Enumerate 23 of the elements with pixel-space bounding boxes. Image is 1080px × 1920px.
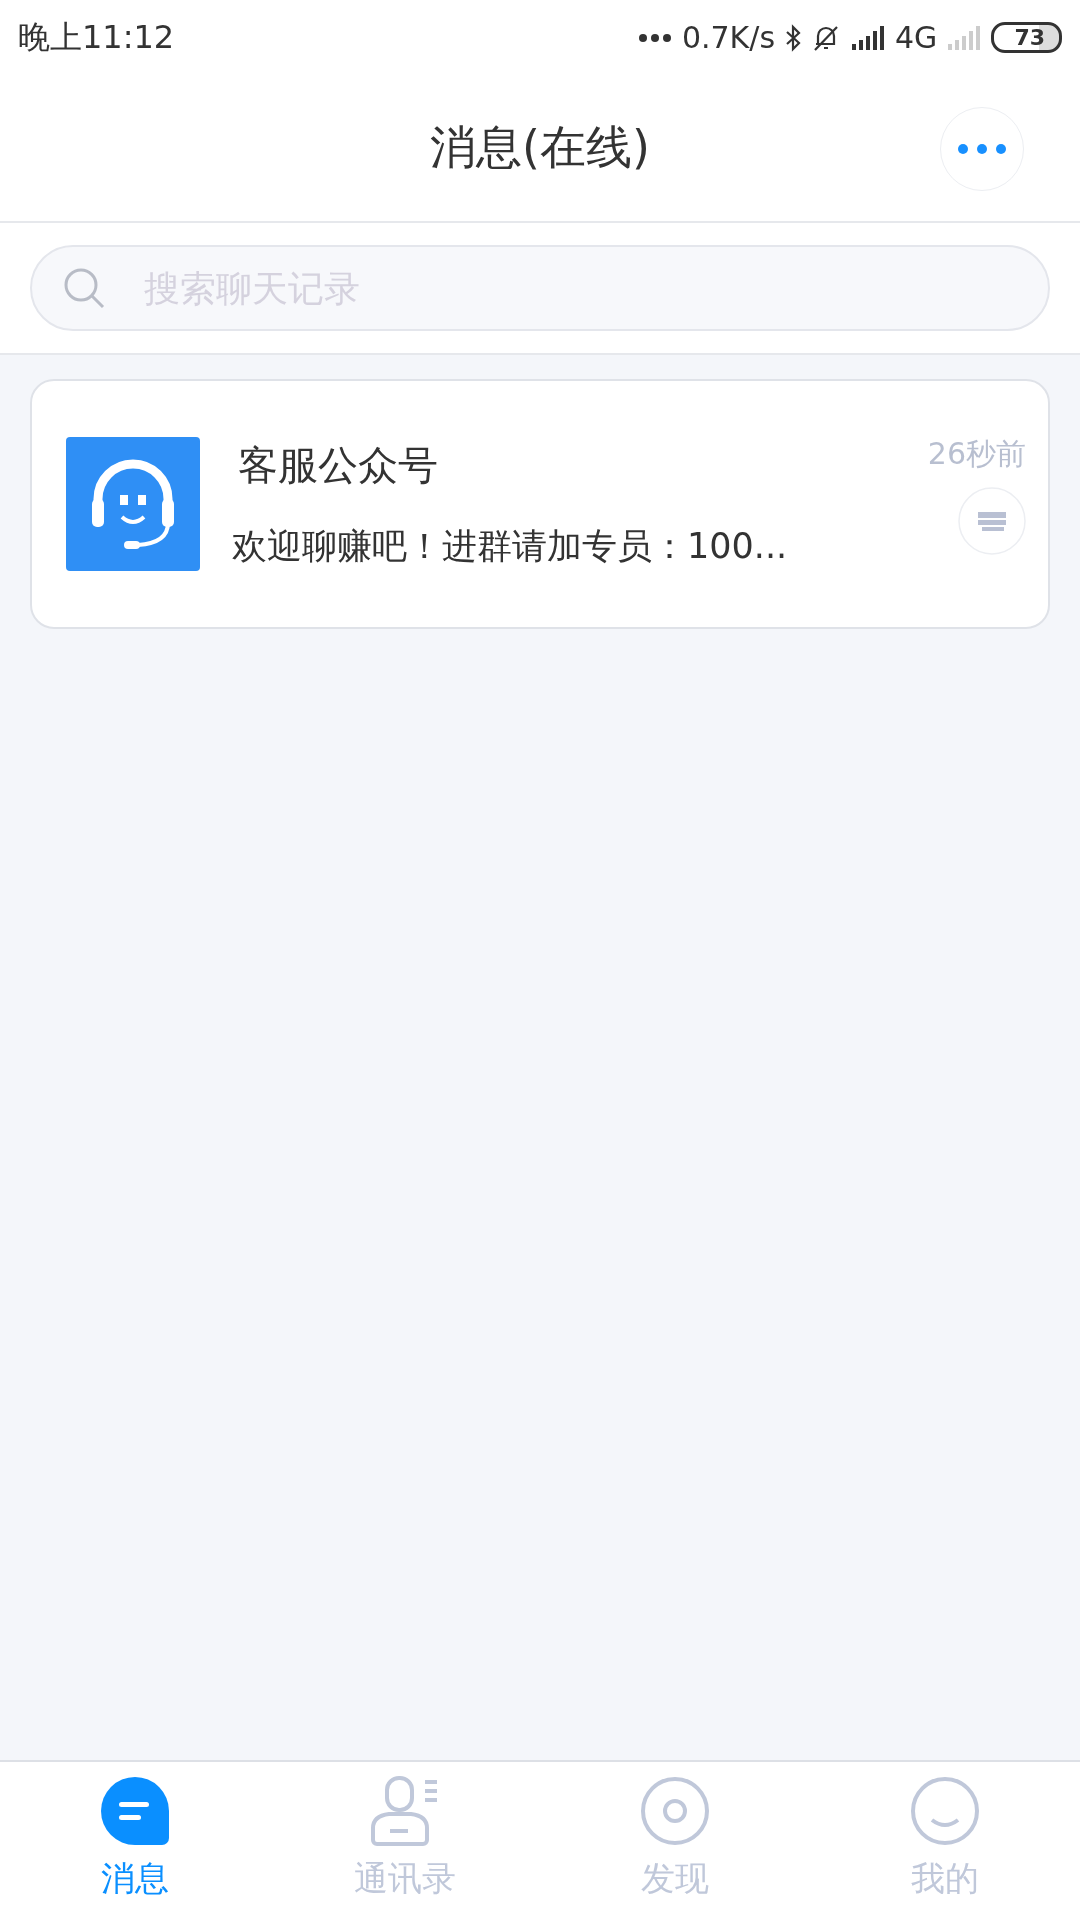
conversation-name: 客服公众号 (238, 441, 439, 490)
smile-icon (910, 1776, 980, 1846)
signal-icon (947, 25, 982, 50)
message-preview: 欢迎聊赚吧！进群请加专员：100... (232, 525, 789, 568)
target-icon (640, 1776, 710, 1846)
network-type: 4G (895, 20, 938, 55)
battery-level: 73 (991, 22, 1062, 53)
nav-tab[interactable]: 消息 (0, 1762, 270, 1920)
message-time: 26秒前 (927, 434, 1026, 473)
more-dots-icon (637, 32, 672, 43)
nav-tab[interactable]: 通讯录 (270, 1762, 540, 1920)
bluetooth-icon (785, 23, 802, 52)
signal-icon (851, 25, 886, 50)
conversation-card[interactable]: 客服公众号 欢迎聊赚吧！进群请加专员：100... 26秒前 (30, 379, 1050, 629)
headset-avatar-icon (66, 437, 200, 571)
chat-icon (100, 1776, 170, 1846)
nav-tab[interactable]: 我的 (810, 1762, 1080, 1920)
page-title: 消息(在线) (430, 119, 650, 176)
status-time: 晚上11:12 (18, 16, 175, 58)
more-icon (957, 143, 1007, 155)
contacts-icon (370, 1776, 440, 1846)
net-speed: 0.7K/s (681, 20, 776, 55)
nav-tab[interactable]: 发现 (540, 1762, 810, 1920)
